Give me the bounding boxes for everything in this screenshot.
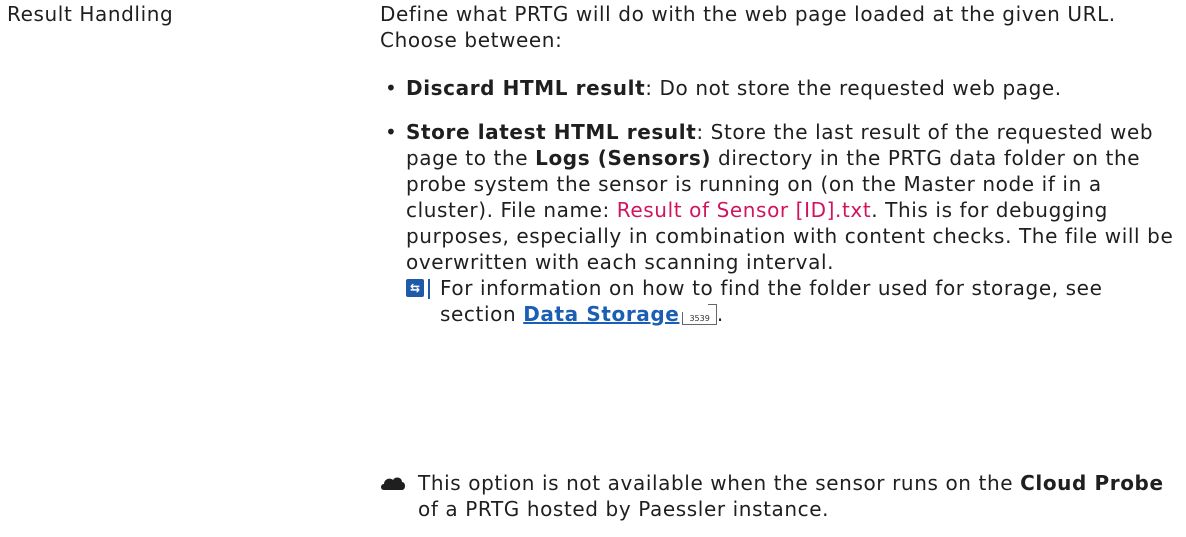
cloud-icon [381, 477, 405, 490]
option-discard-html: • Discard HTML result: Do not store the … [380, 75, 1180, 101]
data-storage-link[interactable]: Data Storage [523, 302, 679, 326]
cloud-probe-label: Cloud Probe [1020, 471, 1164, 495]
cloud-note-text: This option is not available when the se… [380, 470, 1180, 522]
intro-text: Define what PRTG will do with the web pa… [380, 2, 1116, 52]
storage-note: ⇆ For information on how to find the fol… [406, 275, 1180, 327]
result-filename: Result of Sensor [ID].txt [616, 198, 872, 222]
option-title: Discard HTML result [406, 76, 646, 100]
cloud-probe-note: This option is not available when the se… [380, 470, 1180, 522]
option-list: • Discard HTML result: Do not store the … [380, 75, 1180, 327]
bullet-icon: • [385, 76, 398, 100]
row-label: Result Handling [7, 2, 174, 26]
option-title: Store latest HTML result [406, 120, 697, 144]
note-end: . [716, 302, 724, 326]
option-text: : Do not store the requested web page. [645, 76, 1062, 100]
cloud-note-text-2: of a PRTG hosted by Paessler instance. [418, 497, 830, 521]
info-book-icon: ⇆ [406, 279, 430, 299]
setting-description: Define what PRTG will do with the web pa… [380, 1, 1180, 345]
logs-directory-name: Logs (Sensors) [535, 146, 712, 170]
bullet-icon: • [385, 120, 398, 144]
page-reference[interactable]: 3539 [682, 312, 717, 325]
cloud-note-text-1: This option is not available when the se… [418, 471, 1021, 495]
option-store-latest-html: • Store latest HTML result: Store the la… [380, 119, 1180, 327]
